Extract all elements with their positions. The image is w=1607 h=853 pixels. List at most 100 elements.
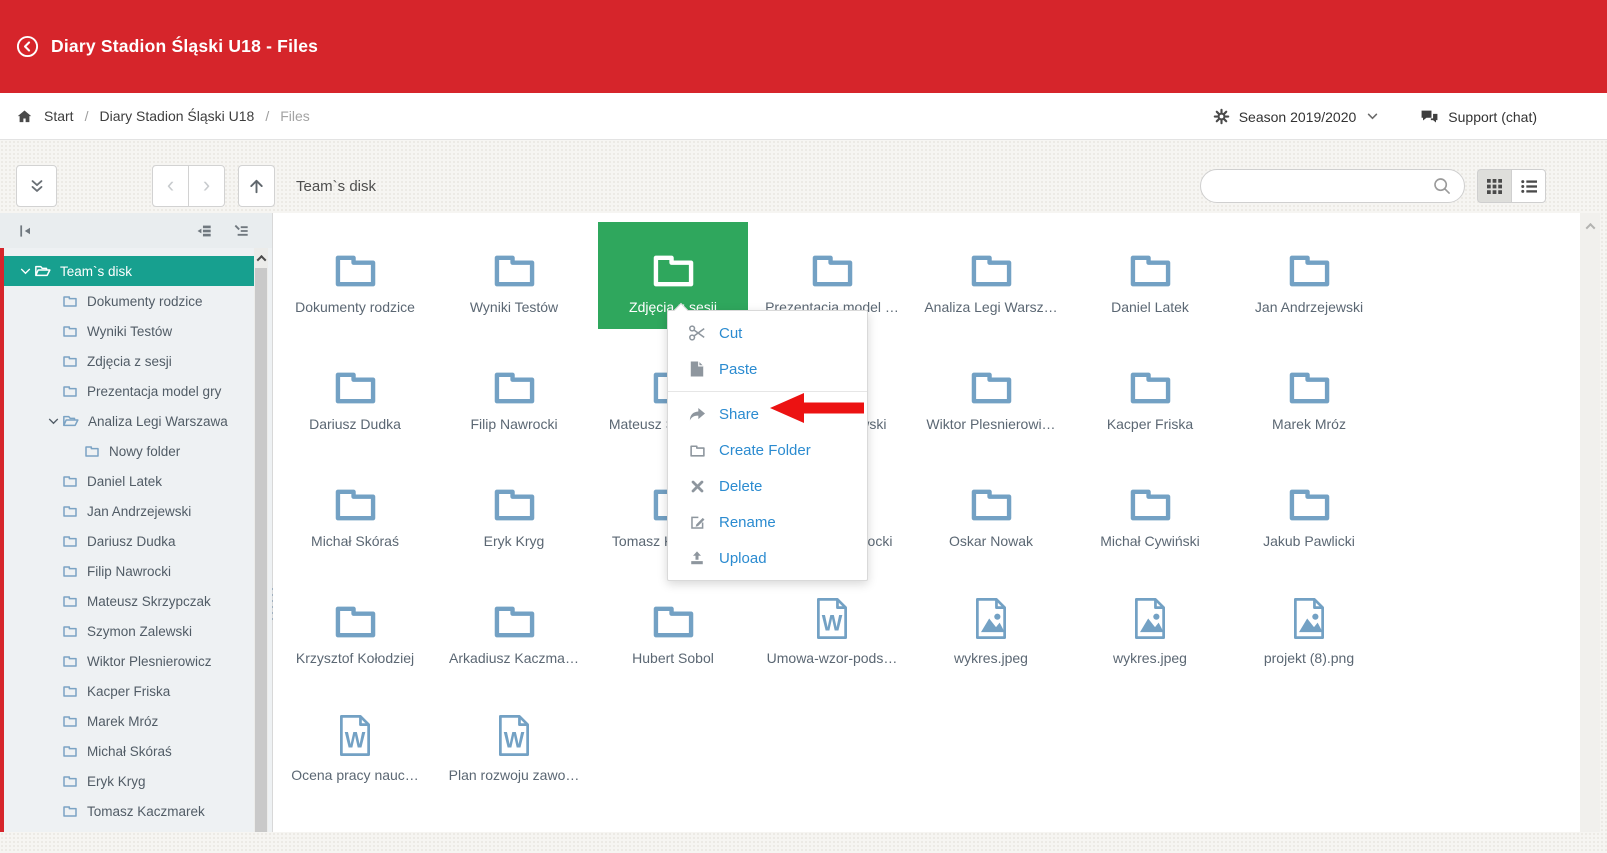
chevron-left-icon: ‹	[167, 174, 174, 196]
file-tile[interactable]: W projekt (8).png	[1234, 573, 1384, 680]
folder-icon	[62, 294, 78, 308]
folder-icon	[332, 366, 379, 407]
file-tile[interactable]: W Michał Cywiński	[1075, 456, 1225, 563]
scroll-up-button[interactable]	[254, 248, 268, 268]
collapse-all-icon[interactable]	[196, 223, 213, 239]
tree-item[interactable]: Jan Andrzejewski	[4, 496, 254, 526]
tree-item-label: Szymon Zalewski	[87, 624, 192, 639]
open-folder-icon	[34, 264, 51, 278]
file-tile[interactable]: W Marek Mróz	[1234, 339, 1384, 446]
folder-icon	[62, 504, 78, 518]
file-tile[interactable]: W Eryk Kryg	[439, 456, 589, 563]
folder-icon	[688, 443, 706, 458]
file-tile[interactable]: W Ocena pracy nauc…	[280, 690, 430, 797]
file-tile[interactable]: W Hubert Sobol	[598, 573, 748, 680]
folder-up-button[interactable]	[238, 165, 275, 207]
main-scrollbar	[1580, 213, 1600, 832]
tree-item[interactable]: Analiza Legi Warszawa	[4, 406, 254, 436]
breadcrumb-start[interactable]: Start	[44, 108, 74, 124]
season-selector[interactable]: Season 2019/2020	[1213, 108, 1379, 125]
file-tile[interactable]: W Dariusz Dudka	[280, 339, 430, 446]
tree-item[interactable]: Tomasz Kaczmarek	[4, 796, 254, 826]
tree-item[interactable]: Zdjęcia z sesji	[4, 346, 254, 376]
history-back-button[interactable]: ‹	[152, 165, 189, 207]
tree-item[interactable]: Szymon Zalewski	[4, 616, 254, 646]
tree-item[interactable]: Dariusz Dudka	[4, 526, 254, 556]
file-tile-label: Umowa-wzor-pods…	[757, 650, 907, 666]
file-tile[interactable]: W Wyniki Testów	[439, 222, 589, 329]
tree-item[interactable]: Filip Nawrocki	[4, 556, 254, 586]
tree-item[interactable]: Daniel Latek	[4, 466, 254, 496]
folder-icon	[1127, 483, 1174, 524]
folder-icon	[62, 354, 78, 368]
file-tile[interactable]: W Krzysztof Kołodziej	[280, 573, 430, 680]
file-tile[interactable]: W Dokumenty rodzice	[280, 222, 430, 329]
search-input[interactable]	[1201, 178, 1432, 194]
tree-item[interactable]: Prezentacja model gry	[4, 376, 254, 406]
menu-separator	[668, 391, 867, 392]
file-tile[interactable]: W Jakub Pawlicki	[1234, 456, 1384, 563]
menu-item-delete[interactable]: Delete	[668, 468, 867, 504]
chevron-down-icon[interactable]	[44, 418, 62, 425]
search-box	[1200, 169, 1465, 203]
tree-item[interactable]: Dokumenty rodzice	[4, 286, 254, 316]
home-icon[interactable]	[16, 108, 33, 125]
support-chat-button[interactable]: Support (chat)	[1420, 109, 1537, 125]
file-tile-label: Michał Cywiński	[1075, 533, 1225, 549]
tree-item[interactable]: Team`s disk	[4, 256, 254, 286]
file-tile-label: Analiza Legi Warsz…	[916, 299, 1066, 315]
file-tile[interactable]: W Jan Andrzejewski	[1234, 222, 1384, 329]
edit-icon	[688, 514, 706, 531]
menu-item-paste[interactable]: Paste	[668, 351, 867, 387]
menu-item-create-folder[interactable]: Create Folder	[668, 432, 867, 468]
tree-item[interactable]: Kacper Friska	[4, 676, 254, 706]
folder-icon	[62, 684, 78, 698]
file-tile-label: Wyniki Testów	[439, 299, 589, 315]
file-tile[interactable]: W Michał Skóraś	[280, 456, 430, 563]
back-circle-icon[interactable]	[16, 35, 39, 58]
folder-icon	[1286, 483, 1333, 524]
tree-item-label: Team`s disk	[60, 264, 132, 279]
tree-item[interactable]: Michał Skóraś	[4, 736, 254, 766]
tree-item[interactable]: Eryk Kryg	[4, 766, 254, 796]
folder-icon	[332, 483, 379, 524]
menu-item-upload[interactable]: Upload	[668, 540, 867, 576]
grid-view-button[interactable]	[1477, 169, 1512, 203]
breadcrumb-diary[interactable]: Diary Stadion Śląski U18	[99, 108, 254, 124]
tree-item[interactable]: Wyniki Testów	[4, 316, 254, 346]
collapse-sidebar-icon[interactable]	[18, 223, 34, 239]
file-tile[interactable]: W Daniel Latek	[1075, 222, 1225, 329]
file-tile-label: Marek Mróz	[1234, 416, 1384, 432]
file-tile[interactable]: W wykres.jpeg	[1075, 573, 1225, 680]
file-tile[interactable]: W wykres.jpeg	[916, 573, 1066, 680]
tree-item[interactable]: Nowy folder	[4, 436, 254, 466]
folder-icon	[1127, 249, 1174, 290]
grid-view-icon	[1487, 179, 1502, 194]
file-tile[interactable]: W Plan rozwoju zawo…	[439, 690, 589, 797]
support-label: Support (chat)	[1448, 109, 1537, 125]
file-tile[interactable]: W Wiktor Plesnierowi…	[916, 339, 1066, 446]
file-tile[interactable]: W Analiza Legi Warsz…	[916, 222, 1066, 329]
folder-icon	[1286, 249, 1333, 290]
file-tile[interactable]: W Kacper Friska	[1075, 339, 1225, 446]
tree-item-label: Tomasz Kaczmarek	[87, 804, 205, 819]
tree-item[interactable]: Mateusz Skrzypczak	[4, 586, 254, 616]
chevron-down-icon[interactable]	[16, 268, 34, 275]
tree-item[interactable]: Wiktor Plesnierowicz	[4, 646, 254, 676]
menu-item-cut[interactable]: Cut	[668, 315, 867, 351]
scroll-up-button[interactable]	[1580, 213, 1600, 239]
folder-icon	[968, 249, 1015, 290]
scrollbar-thumb[interactable]	[255, 268, 267, 832]
file-tile[interactable]: W Arkadiusz Kaczma…	[439, 573, 589, 680]
collapse-toolbar-button[interactable]	[16, 165, 57, 207]
file-tile-label: Plan rozwoju zawo…	[439, 767, 589, 783]
list-view-button[interactable]	[1511, 169, 1546, 203]
file-tile[interactable]: W Umowa-wzor-pods…	[757, 573, 907, 680]
file-tile[interactable]: W Filip Nawrocki	[439, 339, 589, 446]
tree-item[interactable]: Marek Mróz	[4, 706, 254, 736]
expand-all-icon[interactable]	[233, 223, 250, 239]
scissors-icon	[688, 324, 706, 342]
history-forward-button[interactable]: ›	[188, 165, 225, 207]
menu-item-rename[interactable]: Rename	[668, 504, 867, 540]
file-tile-label: Daniel Latek	[1075, 299, 1225, 315]
